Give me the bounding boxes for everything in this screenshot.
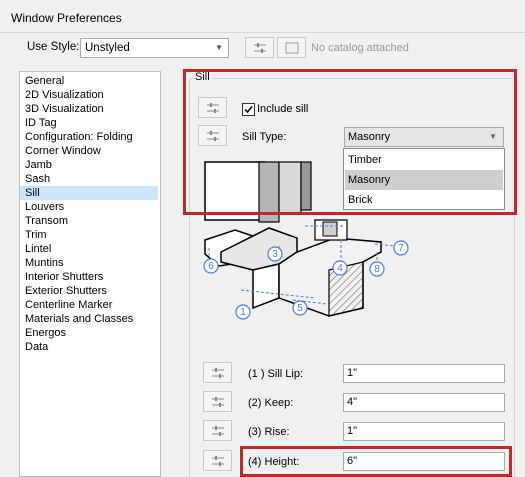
nav-item-louvers[interactable]: Louvers [20,200,158,214]
callout-5-label: 5 [297,303,303,314]
rise-style-button[interactable] [203,420,232,441]
callout-6-label: 6 [208,261,214,272]
sliders-icon [254,43,266,53]
nav-item-trim[interactable]: Trim [20,228,158,242]
window-title: Window Preferences [11,11,122,25]
rise-label: (3) Rise: [248,426,290,438]
use-style-value: Unstyled [85,42,130,54]
sliders-icon [212,397,224,407]
use-style-label: Use Style: [27,41,80,53]
keep-style-button[interactable] [203,391,232,412]
nav-item-sash[interactable]: Sash [20,172,158,186]
height-style-button[interactable] [203,450,232,471]
highlight-height-field [240,446,512,477]
nav-item-transom[interactable]: Transom [20,214,158,228]
sill-lip-label: (1 ) Sill Lip: [248,368,304,380]
use-style-dropdown[interactable]: Unstyled ▼ [80,38,229,58]
callout-7-label: 7 [398,243,404,254]
nav-item-materials-and-classes[interactable]: Materials and Classes [20,312,158,326]
callout-4-label: 4 [337,263,343,274]
rise-input[interactable]: 1" [343,422,505,441]
sill-lip-input[interactable]: 1" [343,364,505,383]
style-settings-button[interactable] [245,37,274,58]
catalog-icon [285,42,299,54]
nav-item-interior-shutters[interactable]: Interior Shutters [20,270,158,284]
nav-item-data[interactable]: Data [20,340,158,354]
nav-item-corner-window[interactable]: Corner Window [20,144,158,158]
nav-item-lintel[interactable]: Lintel [20,242,158,256]
nav-item-id-tag[interactable]: ID Tag [20,116,158,130]
callout-8-label: 8 [374,264,380,275]
nav-item-jamb[interactable]: Jamb [20,158,158,172]
nav-item-2d-visualization[interactable]: 2D Visualization [20,88,158,102]
catalog-status: No catalog attached [311,42,409,54]
nav-item-exterior-shutters[interactable]: Exterior Shutters [20,284,158,298]
sliders-icon [212,426,224,436]
chevron-down-icon: ▼ [215,43,223,52]
callout-3-label: 3 [272,249,278,260]
callout-1-label: 1 [240,307,246,318]
catalog-button[interactable] [277,37,306,58]
nav-item-general[interactable]: General [20,74,158,88]
nav-item-centerline-marker[interactable]: Centerline Marker [20,298,158,312]
nav-item-sill[interactable]: Sill [20,186,158,200]
keep-label: (2) Keep: [248,397,294,409]
sliders-icon [212,368,224,378]
sill-lip-style-button[interactable] [203,362,232,383]
sliders-icon [212,456,224,466]
nav-item-3d-visualization[interactable]: 3D Visualization [20,102,158,116]
nav-item-energos[interactable]: Energos [20,326,158,340]
keep-input[interactable]: 4" [343,393,505,412]
nav-item-configuration-folding[interactable]: Configuration: Folding [20,130,158,144]
title-bar: Window Preferences [0,0,525,33]
highlight-sill-settings [183,69,517,215]
nav-item-muntins[interactable]: Muntins [20,256,158,270]
